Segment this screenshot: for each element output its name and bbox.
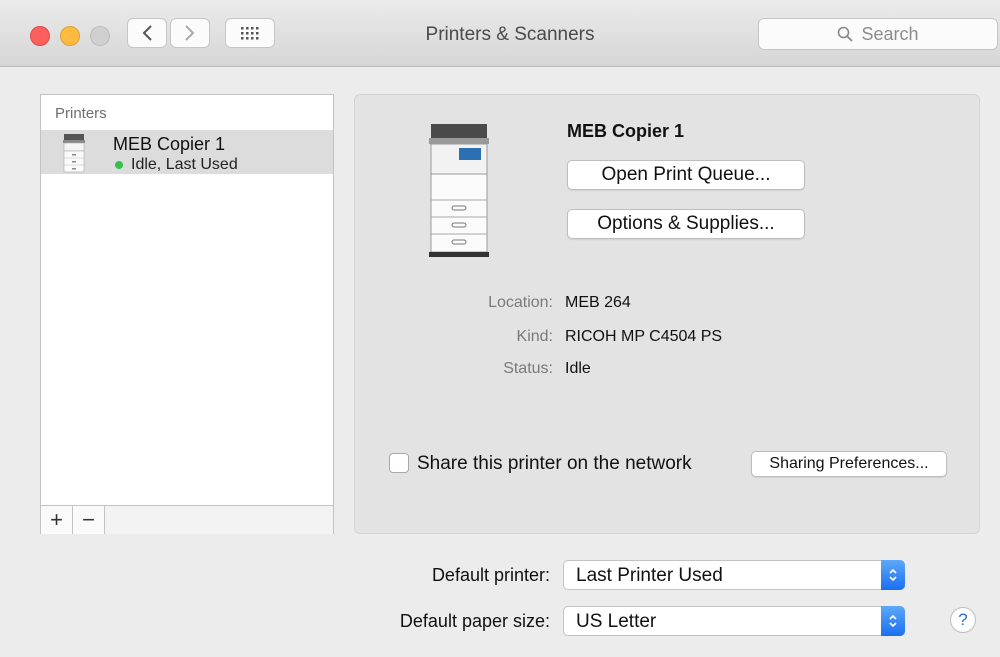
status-dot-icon bbox=[115, 161, 123, 169]
close-window-button[interactable] bbox=[30, 26, 50, 46]
printer-list-item[interactable]: MEB Copier 1 Idle, Last Used bbox=[41, 130, 333, 174]
printer-list-header: Printers bbox=[55, 105, 107, 122]
minimize-window-button[interactable] bbox=[60, 26, 80, 46]
title-bar: Printers & Scanners Search bbox=[0, 0, 1000, 67]
share-printer-label[interactable]: Share this printer on the network bbox=[417, 453, 692, 475]
printer-list-footer: + − bbox=[41, 505, 333, 534]
printer-name-heading: MEB Copier 1 bbox=[567, 121, 685, 141]
window-title: Printers & Scanners bbox=[425, 24, 595, 45]
location-value: MEB 264 bbox=[565, 294, 631, 311]
printer-image-icon bbox=[429, 124, 489, 257]
options-supplies-button[interactable]: Options & Supplies... bbox=[567, 209, 805, 239]
printer-thumbnail-icon bbox=[63, 134, 85, 173]
chevron-left-icon bbox=[142, 25, 152, 41]
status-value: Idle bbox=[565, 360, 591, 377]
chevron-right-icon bbox=[185, 25, 195, 41]
default-printer-value: Last Printer Used bbox=[576, 565, 723, 586]
add-printer-button[interactable]: + bbox=[41, 506, 73, 534]
status-label: Status: bbox=[503, 360, 553, 377]
forward-button[interactable] bbox=[170, 18, 210, 48]
paper-size-popup[interactable]: US Letter bbox=[563, 606, 905, 636]
search-field[interactable]: Search bbox=[758, 18, 998, 50]
printer-list-item-name: MEB Copier 1 bbox=[113, 134, 226, 154]
location-label: Location: bbox=[488, 294, 553, 311]
printer-list: Printers MEB Copier 1 Idle, Last Used + … bbox=[40, 94, 334, 534]
popup-arrows-icon bbox=[881, 606, 905, 636]
help-button[interactable]: ? bbox=[950, 607, 976, 633]
remove-printer-button[interactable]: − bbox=[73, 506, 105, 534]
default-printer-popup[interactable]: Last Printer Used bbox=[563, 560, 905, 590]
open-print-queue-button[interactable]: Open Print Queue... bbox=[567, 160, 805, 190]
show-all-button[interactable] bbox=[225, 18, 275, 48]
zoom-window-button[interactable] bbox=[90, 26, 110, 46]
popup-arrows-icon bbox=[881, 560, 905, 590]
show-all-grid-icon bbox=[241, 27, 259, 40]
sharing-preferences-button[interactable]: Sharing Preferences... bbox=[751, 451, 947, 477]
paper-size-value: US Letter bbox=[576, 611, 657, 632]
kind-value: RICOH MP C4504 PS bbox=[565, 328, 723, 345]
search-placeholder: Search bbox=[861, 23, 919, 44]
search-icon bbox=[838, 26, 854, 42]
printer-list-item-status: Idle, Last Used bbox=[131, 156, 238, 173]
share-printer-checkbox[interactable] bbox=[389, 453, 409, 473]
kind-label: Kind: bbox=[516, 328, 553, 345]
printer-detail-panel: MEB Copier 1 Open Print Queue... Options… bbox=[354, 94, 980, 534]
default-printer-label: Default printer: bbox=[431, 565, 550, 585]
back-button[interactable] bbox=[127, 18, 167, 48]
paper-size-label: Default paper size: bbox=[399, 611, 550, 631]
